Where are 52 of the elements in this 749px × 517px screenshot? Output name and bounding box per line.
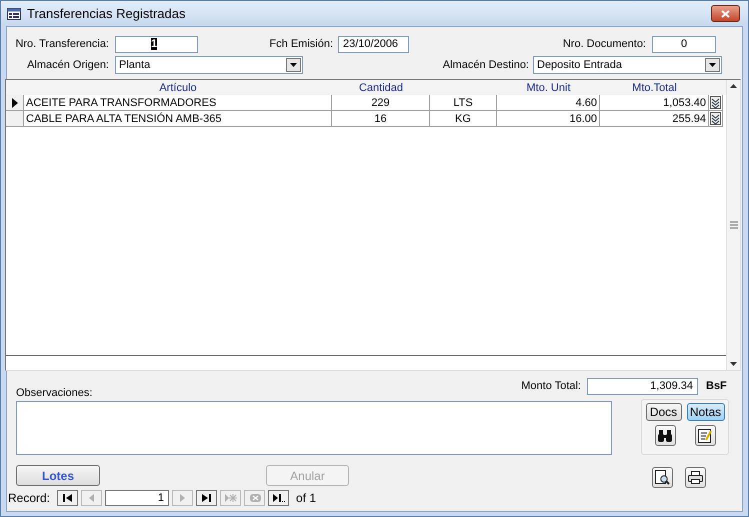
table-cell: 1,053.40 (600, 95, 709, 111)
lot-button[interactable] (709, 95, 723, 111)
vertical-scrollbar[interactable] (726, 80, 740, 370)
note-edit-icon[interactable] (694, 425, 716, 446)
transfer-number-field[interactable]: 1 (115, 36, 198, 52)
close-button[interactable] (711, 5, 740, 22)
column-header[interactable]: Mto. Unit (497, 80, 600, 95)
table-cell: 229 (332, 95, 430, 111)
first-record-icon[interactable] (57, 490, 78, 506)
field-label: Nro. Documento: (562, 38, 646, 50)
last-page-icon[interactable] (268, 490, 290, 506)
field-label: Nro. Transferencia: (14, 38, 109, 50)
table-cell: 16 (332, 111, 430, 127)
field-label: Almacén Origen: (26, 59, 109, 71)
window-title: Transferencias Registradas (27, 6, 186, 21)
table-cell: ACEITE PARA TRANSFORMADORES (24, 95, 332, 111)
notes-textarea[interactable] (16, 401, 612, 455)
table-cell: CABLE PARA ALTA TENSIÓN AMB-365 (24, 111, 332, 127)
total-amount-field: 1,309.34 (587, 378, 698, 394)
record-selector[interactable] (6, 95, 24, 111)
print-icon[interactable] (685, 467, 706, 488)
table-cell: LTS (430, 95, 497, 111)
field-label: Almacén Destino: (442, 59, 529, 71)
scroll-grip-icon[interactable] (730, 221, 738, 229)
date-field[interactable]: 23/10/2006 (338, 36, 409, 52)
lots-button[interactable]: Lotes (16, 465, 100, 486)
record-number-field[interactable]: 1 (105, 490, 170, 506)
document-number-field[interactable]: 0 (652, 36, 716, 52)
destination-warehouse-dropdown[interactable]: Deposito Entrada (533, 56, 722, 74)
lot-button[interactable] (709, 111, 723, 127)
record-count: of 1 (296, 491, 316, 505)
table-cell: 16.00 (497, 111, 600, 127)
notes-button[interactable]: Notas (686, 403, 724, 421)
table-cell: 255.94 (600, 111, 709, 127)
origin-warehouse-dropdown[interactable]: Planta (115, 56, 303, 74)
table-cell: KG (430, 111, 497, 127)
field-label: Monto Total: (520, 380, 581, 392)
field-label: Observaciones: (16, 387, 94, 399)
current-record-icon (12, 98, 18, 108)
table-cell: 4.60 (497, 95, 600, 111)
last-record-icon[interactable] (196, 490, 218, 506)
field-label: Fch Emisión: (268, 38, 333, 50)
docs-button[interactable]: Docs (646, 403, 682, 421)
currency-label: BsF (706, 380, 727, 392)
column-header[interactable]: Mto.Total (600, 80, 709, 95)
binoculars-icon[interactable] (654, 425, 676, 446)
record-label: Record: (8, 491, 50, 505)
form-icon (7, 8, 21, 20)
column-header[interactable]: Cantidad (332, 80, 430, 95)
column-header[interactable]: Artículo (24, 80, 332, 95)
close-icon (721, 10, 730, 18)
print-preview-icon[interactable] (652, 467, 673, 488)
